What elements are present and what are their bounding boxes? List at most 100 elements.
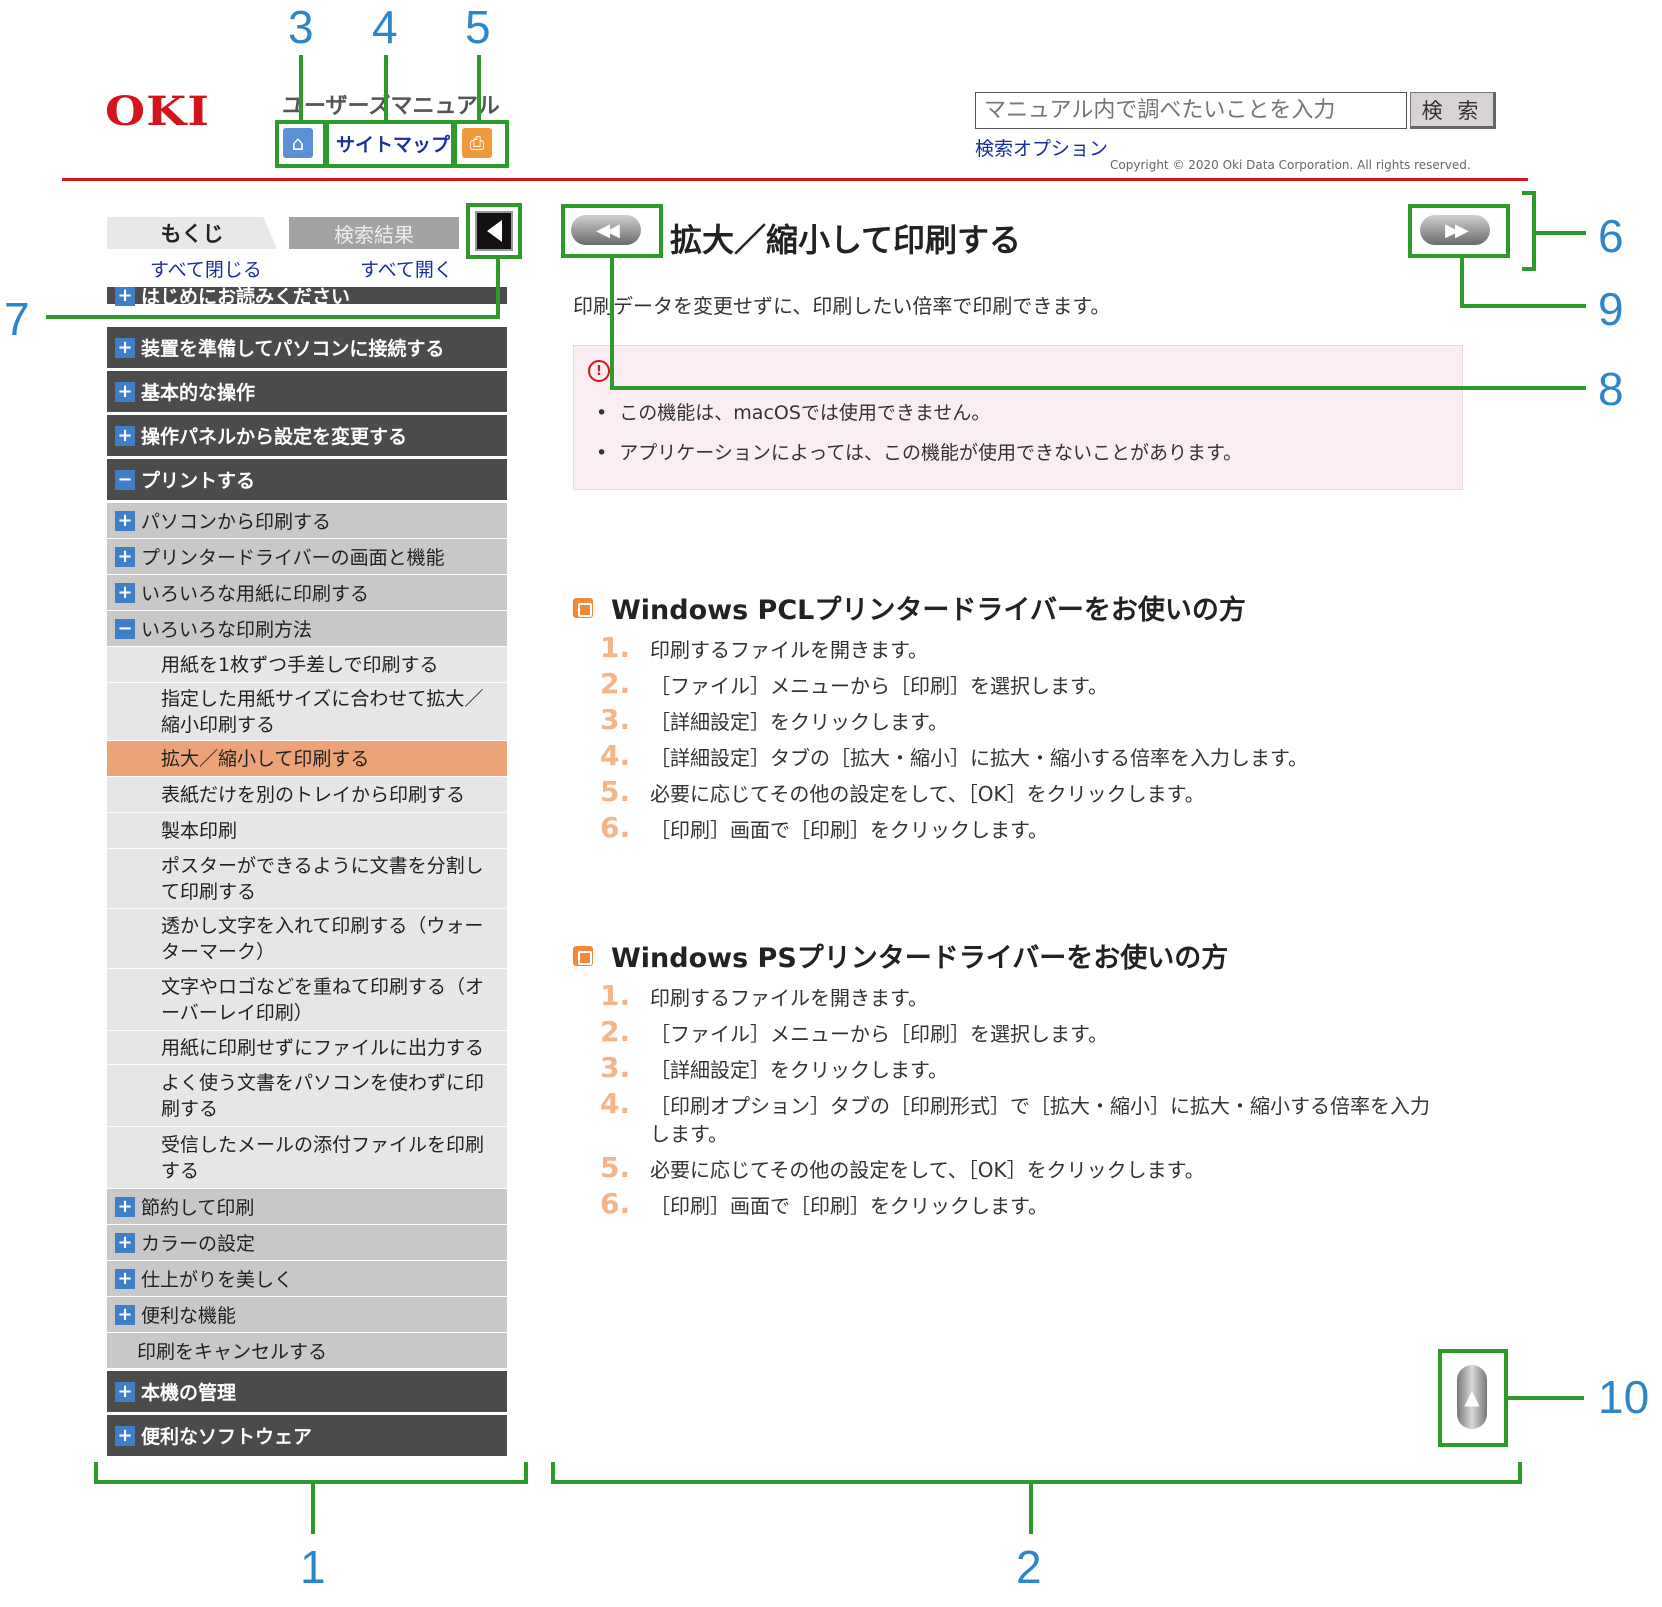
step-text: 印刷するファイルを開きます。 — [650, 986, 928, 1010]
sidebar-item[interactable]: + カラーの設定 — [107, 1225, 507, 1261]
sidebar-item[interactable]: 指定した用紙サイズに合わせて拡大／縮小印刷する — [107, 683, 507, 741]
section-heading: Windows PCLプリンタードライバーをお使いの方 — [573, 588, 1246, 627]
expand-icon[interactable]: + — [115, 381, 135, 402]
step-number: 2. — [600, 1015, 631, 1048]
expand-icon[interactable]: + — [115, 1381, 135, 1402]
sidebar-item[interactable]: + 操作パネルから設定を変更する — [107, 415, 507, 457]
print-icon[interactable]: ⎙ — [462, 128, 492, 158]
step-text: 印刷するファイルを開きます。 — [650, 638, 928, 662]
collapse-sidebar-button[interactable] — [475, 211, 513, 251]
search-input[interactable] — [975, 92, 1407, 129]
callout-7: 7 — [4, 293, 30, 345]
sidebar-item[interactable]: 用紙を1枚ずつ手差しで印刷する — [107, 647, 507, 683]
expand-icon[interactable]: + — [115, 1304, 135, 1325]
sidebar-item-label: 節約して印刷 — [141, 1197, 255, 1219]
sidebar-item[interactable]: + いろいろな用紙に印刷する — [107, 575, 507, 611]
sidebar-item-label: ポスターができるように文書を分割して印刷する — [161, 854, 484, 903]
step-item: 5. 必要に応じてその他の設定をして、［OK］をクリックします。 — [600, 775, 1205, 808]
search-options-link[interactable]: 検索オプション — [975, 134, 1108, 161]
step-item: 4. ［詳細設定］タブの［拡大・縮小］に拡大・縮小する倍率を入力します。 — [600, 742, 1308, 772]
expand-icon[interactable]: + — [115, 287, 135, 306]
sidebar-item-label: パソコンから印刷する — [141, 511, 332, 533]
prev-page-button[interactable]: ◀◀ — [571, 215, 641, 245]
note-icon: ! — [588, 360, 610, 382]
callout-6: 6 — [1598, 210, 1624, 262]
home-icon[interactable]: ⌂ — [283, 128, 313, 158]
oki-logo: OKI — [105, 88, 211, 135]
section-heading: Windows PSプリンタードライバーをお使いの方 — [573, 936, 1228, 975]
back-to-top-button[interactable]: ▲ — [1457, 1365, 1487, 1429]
step-number: 5. — [600, 1151, 631, 1184]
step-item: 3. ［詳細設定］をクリックします。 — [600, 703, 948, 736]
note-item: • アプリケーションによっては、この機能が使用できないことがあります。 — [596, 442, 1243, 464]
sidebar-item-label: 用紙を1枚ずつ手差しで印刷する — [161, 653, 439, 676]
sidebar-item[interactable]: よく使う文書をパソコンを使わずに印刷する — [107, 1065, 507, 1127]
sidebar-item-label: よく使う文書をパソコンを使わずに印刷する — [161, 1071, 485, 1120]
sidebar-item[interactable]: 透かし文字を入れて印刷する（ウォーターマーク） — [107, 909, 507, 969]
step-item: 6. ［印刷］画面で［印刷］をクリックします。 — [600, 814, 1048, 844]
sidebar-item[interactable]: + はじめにお読みください — [107, 287, 507, 308]
expand-icon[interactable]: + — [115, 1232, 135, 1253]
expand-icon[interactable]: + — [115, 582, 135, 603]
sidebar-item[interactable]: + 基本的な操作 — [107, 371, 507, 413]
sidebar-item[interactable]: + プリンタードライバーの画面と機能 — [107, 539, 507, 575]
sidebar-item[interactable]: − プリントする — [107, 459, 507, 501]
expand-icon[interactable]: + — [115, 1425, 135, 1446]
sidebar-item[interactable]: 受信したメールの添付ファイルを印刷する — [107, 1127, 507, 1189]
sidebar-item-label: 本機の管理 — [141, 1382, 237, 1404]
sidebar-item-label: はじめにお読みください — [141, 287, 351, 308]
sidebar-item[interactable]: + 装置を準備してパソコンに接続する — [107, 327, 507, 369]
step-item: 2. ［ファイル］メニューから［印刷］を選択します。 — [600, 1015, 1108, 1048]
callout-9: 9 — [1598, 283, 1624, 335]
step-item: 5. 必要に応じてその他の設定をして、［OK］をクリックします。 — [600, 1151, 1205, 1184]
step-text: ［ファイル］メニューから［印刷］を選択します。 — [650, 1022, 1108, 1046]
close-all-link[interactable]: すべて閉じる — [150, 255, 262, 282]
expand-icon[interactable]: + — [115, 1268, 135, 1289]
sidebar-item[interactable]: 拡大／縮小して印刷する — [107, 741, 507, 777]
step-item: 6. ［印刷］画面で［印刷］をクリックします。 — [600, 1190, 1048, 1220]
search-button[interactable]: 検 索 — [1410, 92, 1496, 129]
sidebar-item[interactable]: 用紙に印刷せずにファイルに出力する — [107, 1031, 507, 1065]
step-item: 2. ［ファイル］メニューから［印刷］を選択します。 — [600, 670, 1108, 700]
sidebar-item[interactable]: 表紙だけを別のトレイから印刷する — [107, 777, 507, 813]
sidebar-item[interactable]: + 本機の管理 — [107, 1371, 507, 1413]
sidebar-item[interactable]: 製本印刷 — [107, 813, 507, 849]
step-number: 3. — [600, 703, 631, 736]
sidebar-item[interactable]: + 仕上がりを美しく — [107, 1261, 507, 1297]
open-all-link[interactable]: すべて開く — [360, 255, 453, 282]
step-text: ［詳細設定］タブの［拡大・縮小］に拡大・縮小する倍率を入力します。 — [650, 746, 1308, 770]
sidebar-item-label: 表紙だけを別のトレイから印刷する — [161, 783, 466, 806]
tab-toc[interactable]: もくじ — [107, 217, 277, 249]
expand-icon[interactable]: + — [115, 1196, 135, 1217]
expand-icon[interactable]: + — [115, 337, 135, 358]
expand-icon[interactable]: + — [115, 546, 135, 567]
sidebar-item-label: プリントする — [141, 470, 256, 492]
section-heading-text: Windows PCLプリンタードライバーをお使いの方 — [611, 595, 1246, 626]
step-number: 5. — [600, 775, 631, 808]
sidebar-item[interactable]: − いろいろな印刷方法 — [107, 611, 507, 647]
collapse-icon[interactable]: − — [115, 469, 135, 490]
sidebar-item-label: 文字やロゴなどを重ねて印刷する（オーバーレイ印刷） — [161, 975, 485, 1024]
sidebar-item-label: 便利なソフトウェア — [141, 1426, 313, 1448]
step-number: 1. — [600, 979, 631, 1012]
sidebar-item-label: いろいろな用紙に印刷する — [141, 583, 370, 605]
collapse-icon[interactable]: − — [115, 618, 135, 639]
sidebar-item-label: 透かし文字を入れて印刷する（ウォーターマーク） — [161, 914, 484, 963]
sitemap-link[interactable]: サイトマップ — [336, 130, 450, 157]
sidebar-item[interactable]: + 節約して印刷 — [107, 1189, 507, 1225]
expand-icon[interactable]: + — [115, 510, 135, 531]
step-item: 1. 印刷するファイルを開きます。 — [600, 979, 928, 1012]
sidebar-item-label: 装置を準備してパソコンに接続する — [141, 338, 445, 360]
sidebar-item[interactable]: 印刷をキャンセルする — [107, 1333, 507, 1369]
next-page-button[interactable]: ▶▶ — [1420, 215, 1490, 245]
sidebar-item[interactable]: 文字やロゴなどを重ねて印刷する（オーバーレイ印刷） — [107, 969, 507, 1031]
sidebar-item[interactable]: + パソコンから印刷する — [107, 503, 507, 539]
sidebar-item[interactable]: + 便利な機能 — [107, 1297, 507, 1333]
tab-search-results[interactable]: 検索結果 — [289, 217, 459, 249]
expand-icon[interactable]: + — [115, 425, 135, 446]
sidebar-item[interactable]: + 便利なソフトウェア — [107, 1415, 507, 1457]
sidebar-item[interactable]: ポスターができるように文書を分割して印刷する — [107, 849, 507, 909]
step-number: 4. — [600, 1087, 631, 1120]
step-text: ［印刷オプション］タブの［印刷形式］で［拡大・縮小］に拡大・縮小する倍率を入力し… — [650, 1094, 1430, 1146]
page-title: 拡大／縮小して印刷する — [670, 221, 1022, 259]
